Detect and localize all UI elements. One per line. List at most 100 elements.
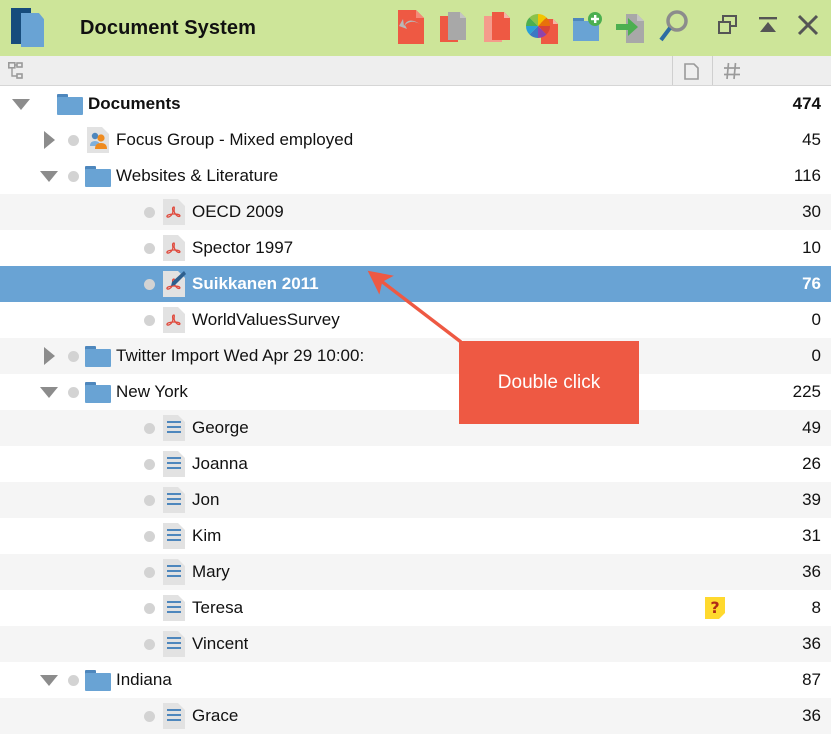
- two-documents-red-icon[interactable]: [482, 8, 516, 46]
- folder-icon: [56, 90, 84, 118]
- tree-row-count: 474: [793, 94, 821, 114]
- tree-row-count: 10: [802, 238, 821, 258]
- page-title: Document System: [80, 17, 256, 40]
- text-document-icon: [160, 702, 188, 730]
- pdf-document-icon: [160, 306, 188, 334]
- tree-row[interactable]: Indiana87: [0, 662, 831, 698]
- green-arrow-document-icon[interactable]: [614, 8, 648, 46]
- two-documents-grey-red-icon[interactable]: [438, 8, 472, 46]
- tree-row[interactable]: Jon 39: [0, 482, 831, 518]
- tree-row[interactable]: WorldValuesSurvey 0: [0, 302, 831, 338]
- tree-row-count: 36: [802, 562, 821, 582]
- status-flag-icon[interactable]: ?: [705, 597, 725, 619]
- magnifier-icon[interactable]: [658, 8, 692, 46]
- tree-row-count: 0: [812, 310, 821, 330]
- tree-row-label: Documents: [88, 94, 181, 114]
- document-tree[interactable]: Documents 474 Focus Group - Mixed employed…: [0, 86, 831, 734]
- tree-row-label: Twitter Import Wed Apr 29 10:00:: [116, 346, 364, 366]
- node-bullet: [138, 711, 160, 722]
- column-divider: [712, 56, 713, 85]
- text-document-icon: [160, 594, 188, 622]
- tree-row-label: Websites & Literature: [116, 166, 278, 186]
- callout-box: Double click: [459, 341, 639, 424]
- node-bullet: [138, 279, 160, 290]
- tree-row-label: Joanna: [192, 454, 248, 474]
- tree-row[interactable]: Joanna 26: [0, 446, 831, 482]
- tree-row-count: 39: [802, 490, 821, 510]
- tree-row[interactable]: Focus Group - Mixed employed 45: [0, 122, 831, 158]
- tree-row[interactable]: George49: [0, 410, 831, 446]
- document-outline-icon[interactable]: [684, 63, 699, 80]
- node-bullet: [62, 675, 84, 686]
- text-document-icon: [160, 486, 188, 514]
- tree-row-count: 45: [802, 130, 821, 150]
- folder-icon: [84, 342, 112, 370]
- collapse-twisty[interactable]: [8, 99, 34, 110]
- folder-icon: [84, 162, 112, 190]
- tree-row-count: 31: [802, 526, 821, 546]
- tree-row-count: 225: [793, 382, 821, 402]
- pdf-document-icon: [160, 198, 188, 226]
- column-divider: [672, 56, 673, 85]
- toolbar: [394, 8, 692, 46]
- close-x-icon[interactable]: [797, 14, 819, 36]
- tree-row[interactable]: Mary 36: [0, 554, 831, 590]
- node-bullet: [138, 423, 160, 434]
- document-stack-icon: [8, 6, 54, 50]
- node-bullet: [62, 387, 84, 398]
- tree-row[interactable]: Vincent36: [0, 626, 831, 662]
- tree-row[interactable]: OECD 2009 30: [0, 194, 831, 230]
- pdf-document-icon: [160, 234, 188, 262]
- folder-icon: [84, 666, 112, 694]
- hash-icon[interactable]: [723, 62, 741, 80]
- node-bullet: [62, 351, 84, 362]
- people-document-icon: [84, 126, 112, 154]
- collapse-twisty[interactable]: [36, 675, 62, 686]
- tree-row[interactable]: Teresa? 8: [0, 590, 831, 626]
- text-document-icon: [160, 450, 188, 478]
- tree-row-label: OECD 2009: [192, 202, 284, 222]
- callout-label: Double click: [498, 372, 600, 394]
- tree-row-label: Mary: [192, 562, 230, 582]
- tree-row[interactable]: Twitter Import Wed Apr 29 10:00: 0: [0, 338, 831, 374]
- expand-twisty[interactable]: [36, 347, 62, 365]
- collapse-twisty[interactable]: [36, 387, 62, 398]
- tree-row-label: Jon: [192, 490, 219, 510]
- document-import-arrow-icon[interactable]: [394, 8, 428, 46]
- folder-plus-icon[interactable]: [570, 8, 604, 46]
- node-bullet: [138, 207, 160, 218]
- tree-row[interactable]: Documents 474: [0, 86, 831, 122]
- collapse-twisty[interactable]: [36, 171, 62, 182]
- tree-row-count: 26: [802, 454, 821, 474]
- collapse-up-icon[interactable]: [757, 14, 779, 36]
- text-document-icon: [160, 414, 188, 442]
- tree-row[interactable]: New York225: [0, 374, 831, 410]
- tree-row-label: WorldValuesSurvey: [192, 310, 340, 330]
- tree-row[interactable]: Suikkanen 201176: [0, 266, 831, 302]
- window-controls: [717, 14, 819, 36]
- tree-row-count: 76: [802, 274, 821, 294]
- tree-row-label: Vincent: [192, 634, 248, 654]
- tree-row-count: 8: [812, 598, 821, 618]
- restore-icon[interactable]: [717, 14, 739, 36]
- node-bullet: [138, 603, 160, 614]
- tree-row[interactable]: Websites & Literature116: [0, 158, 831, 194]
- tree-row[interactable]: Grace36: [0, 698, 831, 734]
- tree-row-count: 0: [812, 346, 821, 366]
- tree-row[interactable]: Kim 31: [0, 518, 831, 554]
- tree-row-count: 30: [802, 202, 821, 222]
- color-wheel-document-icon[interactable]: [526, 8, 560, 46]
- tree-structure-icon[interactable]: [8, 62, 26, 81]
- expand-twisty[interactable]: [36, 131, 62, 149]
- column-header-bar: [0, 56, 831, 86]
- tree-row-label: Grace: [192, 706, 238, 726]
- tree-row-label: Kim: [192, 526, 221, 546]
- tree-row-label: Teresa: [192, 598, 243, 618]
- tree-row-count: 87: [802, 670, 821, 690]
- tree-row[interactable]: Spector 1997 10: [0, 230, 831, 266]
- tree-row-label: Focus Group - Mixed employed: [116, 130, 353, 150]
- node-bullet: [138, 459, 160, 470]
- tree-row-label: Spector 1997: [192, 238, 293, 258]
- node-bullet: [138, 495, 160, 506]
- node-bullet: [138, 243, 160, 254]
